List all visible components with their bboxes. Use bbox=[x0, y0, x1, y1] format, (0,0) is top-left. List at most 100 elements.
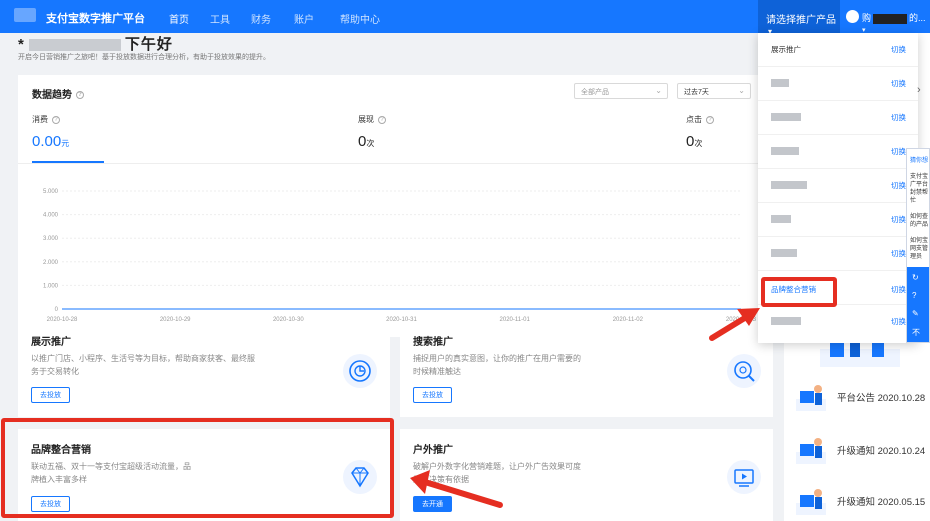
switch-link[interactable]: 切换 bbox=[891, 180, 906, 191]
redacted-label bbox=[771, 181, 807, 189]
dropdown-item[interactable]: 切换 bbox=[758, 305, 918, 339]
card-outdoor-promotion: 户外推广 破解户外数字化营销难题，让户外广告效果可度量，决策有依据 去开通 bbox=[400, 429, 773, 521]
clock-icon bbox=[343, 354, 377, 388]
switch-link[interactable]: 切换 bbox=[891, 146, 906, 157]
notice-illustration bbox=[796, 438, 826, 464]
nav-finance[interactable]: 财务 bbox=[251, 11, 271, 26]
greeting-suffix: 下午好 bbox=[124, 36, 173, 53]
date-range-value: 过去7天 bbox=[684, 89, 709, 96]
nav-help-center[interactable]: 帮助中心 bbox=[340, 11, 380, 26]
greeting-name-redacted bbox=[28, 39, 121, 52]
chevron-down-icon: ⌄ bbox=[655, 86, 662, 95]
metric-click-label[interactable]: 点击? bbox=[686, 114, 714, 125]
activate-button[interactable]: 去开通 bbox=[413, 496, 452, 512]
launch-button[interactable]: 去投放 bbox=[31, 387, 70, 403]
edit-icon[interactable]: ✎ bbox=[912, 309, 922, 319]
user-menu[interactable]: 购的... ▾ bbox=[862, 11, 930, 34]
user-name-suffix: 的... bbox=[909, 13, 926, 23]
product-select-label: 请选择推广产品 bbox=[766, 15, 836, 26]
launch-button[interactable]: 去投放 bbox=[413, 387, 452, 403]
question-icon[interactable]: ? bbox=[912, 291, 922, 301]
help-link[interactable]: 如何宝网支管理员 bbox=[910, 237, 929, 261]
help-side-panel: 猜你想 支付宝广平台封禁帮忙 如何查的产品 如何宝网支管理员 ↻ ? ✎ 不 bbox=[906, 148, 930, 343]
feedback-icon[interactable]: 不 bbox=[912, 327, 922, 337]
switch-link[interactable]: 切换 bbox=[891, 284, 906, 295]
help-icon[interactable]: ? bbox=[76, 91, 84, 100]
logo[interactable] bbox=[14, 8, 36, 22]
switch-link[interactable]: 切换 bbox=[891, 44, 906, 55]
y-tick-label: 2.000 bbox=[43, 260, 59, 266]
help-icon: ? bbox=[378, 115, 386, 124]
notice-item[interactable]: 升级通知 2020.05.15 bbox=[794, 483, 925, 521]
divider bbox=[18, 163, 758, 164]
chevron-down-icon: ⌄ bbox=[738, 86, 745, 95]
nav-account[interactable]: 账户 bbox=[294, 11, 314, 26]
help-toolbar: ↻ ? ✎ 不 bbox=[907, 267, 929, 342]
data-trend-card: 数据趋势? 全部产品 ⌄ 过去7天 ⌄ 消费? 0.00元 展现? 0次 点击? 0… bbox=[18, 75, 758, 337]
metric-impression-value: 0次 bbox=[358, 133, 374, 150]
dropdown-item[interactable]: 切换 bbox=[758, 135, 918, 169]
notice-item[interactable]: 升级通知 2020.10.24 bbox=[794, 432, 926, 472]
y-tick-label: 3.000 bbox=[43, 236, 59, 242]
metric-cost-unit: 元 bbox=[61, 139, 70, 148]
greeting-subtitle: 开启今日营销推广之旅吧！基于投放数据进行合理分析，有助于投放效果的提升。 bbox=[18, 54, 270, 61]
help-link[interactable]: 支付宝广平台封禁帮忙 bbox=[910, 173, 929, 205]
redacted-label bbox=[771, 215, 791, 223]
dropdown-item[interactable]: 切换 bbox=[758, 237, 918, 271]
trend-title: 数据趋势? bbox=[32, 86, 84, 101]
redacted-label bbox=[771, 113, 801, 121]
switch-link[interactable]: 切换 bbox=[891, 214, 906, 225]
y-tick-label: 0 bbox=[55, 307, 59, 313]
notice-title: 升级通知 2020.10.24 bbox=[837, 446, 926, 457]
switch-link[interactable]: 切换 bbox=[891, 112, 906, 123]
help-link[interactable]: 如何查的产品 bbox=[910, 213, 929, 229]
notice-item[interactable]: 平台公告 2020.10.28 bbox=[794, 379, 926, 419]
trend-title-text: 数据趋势 bbox=[32, 90, 72, 101]
product-filter-select[interactable]: 全部产品 ⌄ bbox=[574, 83, 668, 99]
date-range-select[interactable]: 过去7天 ⌄ bbox=[677, 83, 751, 99]
y-tick-label: 5.000 bbox=[43, 189, 59, 195]
card-title: 展示推广 bbox=[31, 337, 71, 348]
nav-tools[interactable]: 工具 bbox=[210, 11, 230, 26]
card-title: 搜索推广 bbox=[413, 337, 453, 348]
metric-click-label-text: 点击 bbox=[686, 115, 702, 124]
product-select[interactable]: 请选择推广产品 ▾ bbox=[758, 0, 840, 36]
metric-impression-label[interactable]: 展现? bbox=[358, 114, 386, 125]
dropdown-item[interactable]: 切换 bbox=[758, 169, 918, 203]
nav-home[interactable]: 首页 bbox=[169, 11, 189, 26]
card-description: 捕捉用户的真实意图，让你的推广在用户需要的时候精准触达 bbox=[413, 354, 581, 376]
notice-title: 平台公告 2020.10.28 bbox=[837, 393, 926, 404]
card-display-promotion: 展示推广 以推广门店、小程序、生活号等为目标，帮助商家获客、最终服务于交易转化 … bbox=[18, 321, 390, 417]
metric-click-unit: 次 bbox=[694, 139, 703, 148]
redacted-label bbox=[771, 249, 797, 257]
switch-link[interactable]: 切换 bbox=[891, 248, 906, 259]
dropdown-item-display-promotion[interactable]: 展示推广 切换 bbox=[758, 33, 918, 67]
brand-title: 支付宝数字推广平台 bbox=[46, 13, 145, 25]
y-tick-label: 4.000 bbox=[43, 213, 59, 219]
metric-impression-label-text: 展现 bbox=[358, 115, 374, 124]
metric-cost-label-text: 消费 bbox=[32, 115, 48, 124]
dropdown-item[interactable]: 切换 bbox=[758, 203, 918, 237]
metric-cost-value: 0.00元 bbox=[32, 133, 69, 150]
dropdown-item[interactable]: 切换 bbox=[758, 67, 918, 101]
highlight-box bbox=[761, 277, 837, 307]
avatar[interactable] bbox=[846, 10, 859, 23]
search-icon bbox=[727, 354, 761, 388]
highlight-box bbox=[1, 418, 394, 518]
notice-illustration bbox=[796, 489, 826, 515]
card-description: 以推广门店、小程序、生活号等为目标，帮助商家获客、最终服务于交易转化 bbox=[31, 354, 255, 376]
dropdown-item[interactable]: 切换 bbox=[758, 101, 918, 135]
switch-link[interactable]: 切换 bbox=[891, 316, 906, 327]
notice-illustration bbox=[796, 385, 826, 411]
greeting-prefix: * bbox=[18, 36, 25, 53]
card-search-promotion: 搜索推广 捕捉用户的真实意图，让你的推广在用户需要的时候精准触达 去投放 bbox=[400, 321, 773, 417]
metric-cost-label[interactable]: 消费? bbox=[32, 114, 60, 125]
chevron-right-icon[interactable]: › bbox=[917, 84, 921, 96]
help-icon: ? bbox=[706, 115, 714, 124]
card-title: 户外推广 bbox=[413, 445, 453, 456]
product-filter-value: 全部产品 bbox=[581, 89, 609, 96]
redacted-label bbox=[771, 79, 789, 87]
refresh-icon[interactable]: ↻ bbox=[912, 273, 922, 283]
metric-cost-number: 0.00 bbox=[32, 133, 62, 150]
switch-link[interactable]: 切换 bbox=[891, 78, 906, 89]
